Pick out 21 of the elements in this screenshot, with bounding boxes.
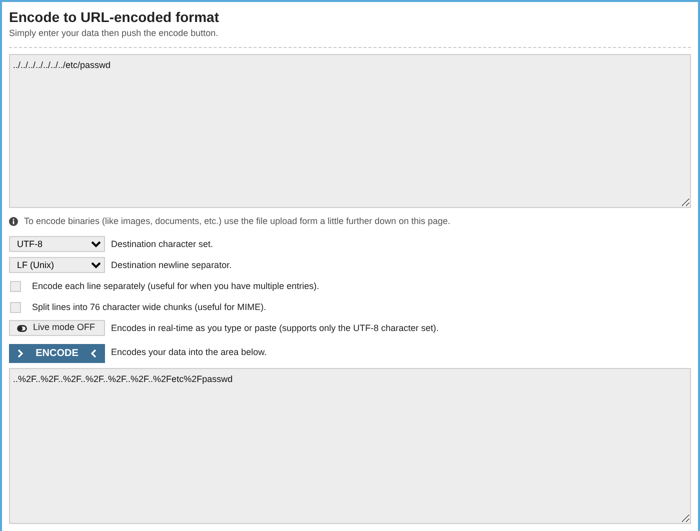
option-label: Destination newline separator. <box>111 259 232 272</box>
chevron-icon <box>90 348 97 358</box>
toggle-icon <box>17 324 27 332</box>
info-text: To encode binaries (like images, documents, etc.) use the file upload form a little further down on this page. <box>24 214 450 228</box>
input-field[interactable]: ../../../../../../../etc/passwd <box>9 54 691 208</box>
page-title: Encode to URL-encoded format <box>9 8 220 26</box>
dropdown[interactable]: LF (Unix) <box>9 257 105 273</box>
option-label: Encode each line separately (useful for when you have multiple entries). <box>32 280 320 293</box>
option-label: Encodes in real-time as you type or paste (supports only the UTF-8 character set). <box>111 322 439 335</box>
checkbox[interactable] <box>10 280 21 292</box>
checkbox[interactable] <box>10 302 21 312</box>
chevron-icon <box>17 349 24 358</box>
output-field[interactable]: ..%2F..%2F..%2F..%2F..%2F..%2F..%2Fetc%2Fpasswd <box>9 368 691 524</box>
dropdown[interactable]: UTF-8 <box>9 236 105 252</box>
info-icon <box>9 216 18 226</box>
encode-button[interactable]: ENCODE <box>9 344 105 363</box>
option-label: Encodes your data into the area below. <box>111 346 267 359</box>
live-mode-button[interactable]: Live mode OFF <box>9 320 105 336</box>
option-label: Destination character set. <box>111 238 214 251</box>
subtitle: Simply enter your data then push the encode button. <box>9 27 220 40</box>
option-label: Split lines into 76 character wide chunks (useful for MIME). <box>32 301 266 314</box>
